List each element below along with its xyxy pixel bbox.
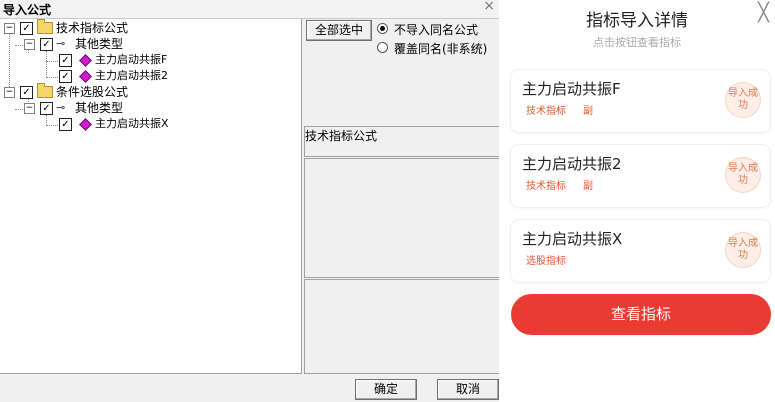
radio-skip-duplicates[interactable] <box>377 23 388 34</box>
formula-type-tag: 选股指标 <box>526 256 566 267</box>
select-all-button[interactable]: 全部选中 <box>306 20 372 41</box>
view-indicators-button[interactable]: 查看指标 <box>511 294 771 335</box>
formula-sub-tag: 副 <box>583 181 593 192</box>
import-result-card[interactable]: 主力启动共振F 技术指标 副 导入成功 <box>511 70 770 132</box>
key-icon: ⊸ <box>56 37 66 50</box>
tree-leaf-formula[interactable]: ✓ 主力启动共振2 <box>0 68 200 84</box>
radio-overwrite-duplicates[interactable] <box>377 42 388 53</box>
radio-overwrite-duplicates-label: 覆盖同名(非系统) <box>394 42 488 56</box>
formula-diamond-icon <box>79 54 92 67</box>
import-success-badge: 导入成功 <box>726 233 760 267</box>
tree-node-label: 技术指标公式 <box>56 21 129 35</box>
checkbox-checked-icon[interactable]: ✓ <box>20 86 33 99</box>
import-details-modal: 指标导入详情 点击按钮查看指标 ╳ 主力启动共振F 技术指标 副 导入成功 主力… <box>499 0 775 402</box>
formula-tree[interactable]: − ✓ 技术指标公式 − ✓ ⊸ 其他类型 ✓ 主力启动共振F ✓ 主力启动共振… <box>0 19 302 374</box>
collapse-icon[interactable]: − <box>4 23 15 34</box>
modal-subtitle: 点击按钮查看指标 <box>593 36 681 49</box>
checkbox-checked-icon[interactable]: ✓ <box>59 54 72 67</box>
formula-type-tag: 技术指标 <box>526 106 566 117</box>
collapse-icon[interactable]: − <box>24 103 35 114</box>
tree-node-label: 其他类型 <box>75 37 124 51</box>
radio-skip-duplicates-label: 不导入同名公式 <box>394 23 479 37</box>
import-result-card[interactable]: 主力启动共振X 选股指标 导入成功 <box>511 220 770 282</box>
dialog-titlebar: 导入公式 × <box>0 0 499 19</box>
key-icon: ⊸ <box>56 101 66 114</box>
formula-name: 主力启动共振2 <box>522 155 622 173</box>
tree-leaf-label: 主力启动共振F <box>95 53 168 66</box>
tree-leaf-formula[interactable]: ✓ 主力启动共振F <box>0 52 200 68</box>
checkbox-checked-icon[interactable]: ✓ <box>59 118 72 131</box>
import-result-card[interactable]: 主力启动共振2 技术指标 副 导入成功 <box>511 145 770 207</box>
checkbox-checked-icon[interactable]: ✓ <box>40 102 53 115</box>
tree-leaf-label: 主力启动共振X <box>95 117 169 130</box>
formula-diamond-icon <box>79 70 92 83</box>
ok-button[interactable]: 确定 <box>355 379 417 400</box>
modal-title: 指标导入详情 <box>586 11 688 31</box>
folder-icon <box>37 83 53 98</box>
formula-name: 主力启动共振X <box>522 230 623 248</box>
category-label: 技术指标公式 <box>305 129 378 143</box>
collapse-icon[interactable]: − <box>24 39 35 50</box>
cancel-button[interactable]: 取消 <box>437 379 499 400</box>
formula-sub-tag: 副 <box>583 106 593 117</box>
close-icon[interactable]: ╳ <box>758 2 769 23</box>
checkbox-checked-icon[interactable]: ✓ <box>59 70 72 83</box>
formula-diamond-icon <box>79 118 92 131</box>
import-formula-dialog: 导入公式 × − ✓ 技术指标公式 − ✓ ⊸ 其他类型 ✓ 主力启动共振F ✓… <box>0 0 500 402</box>
tree-node-screen-formulas[interactable]: − ✓ 条件选股公式 <box>0 83 200 100</box>
tree-node-other-types[interactable]: − ✓ ⊸ 其他类型 <box>0 100 200 116</box>
formula-type-tag: 技术指标 <box>526 181 566 192</box>
formula-name: 主力启动共振F <box>522 80 621 98</box>
import-success-badge: 导入成功 <box>726 158 760 192</box>
collapse-icon[interactable]: − <box>4 87 15 98</box>
folder-icon <box>37 19 53 34</box>
tree-node-label: 条件选股公式 <box>56 85 129 99</box>
tree-leaf-label: 主力启动共振2 <box>95 69 168 82</box>
checkbox-checked-icon[interactable]: ✓ <box>40 38 53 51</box>
formula-description-panel <box>304 158 500 278</box>
tree-node-other-types[interactable]: − ✓ ⊸ 其他类型 <box>0 36 200 52</box>
checkbox-checked-icon[interactable]: ✓ <box>20 22 33 35</box>
dialog-close-icon[interactable]: × <box>483 0 495 14</box>
category-panel: 技术指标公式 <box>304 126 500 157</box>
tree-node-tech-formulas[interactable]: − ✓ 技术指标公式 <box>0 19 200 36</box>
import-success-badge: 导入成功 <box>726 83 760 117</box>
dialog-title: 导入公式 <box>3 3 52 17</box>
tree-node-label: 其他类型 <box>75 101 124 115</box>
formula-params-panel <box>304 279 500 374</box>
tree-leaf-formula[interactable]: ✓ 主力启动共振X <box>0 116 200 132</box>
